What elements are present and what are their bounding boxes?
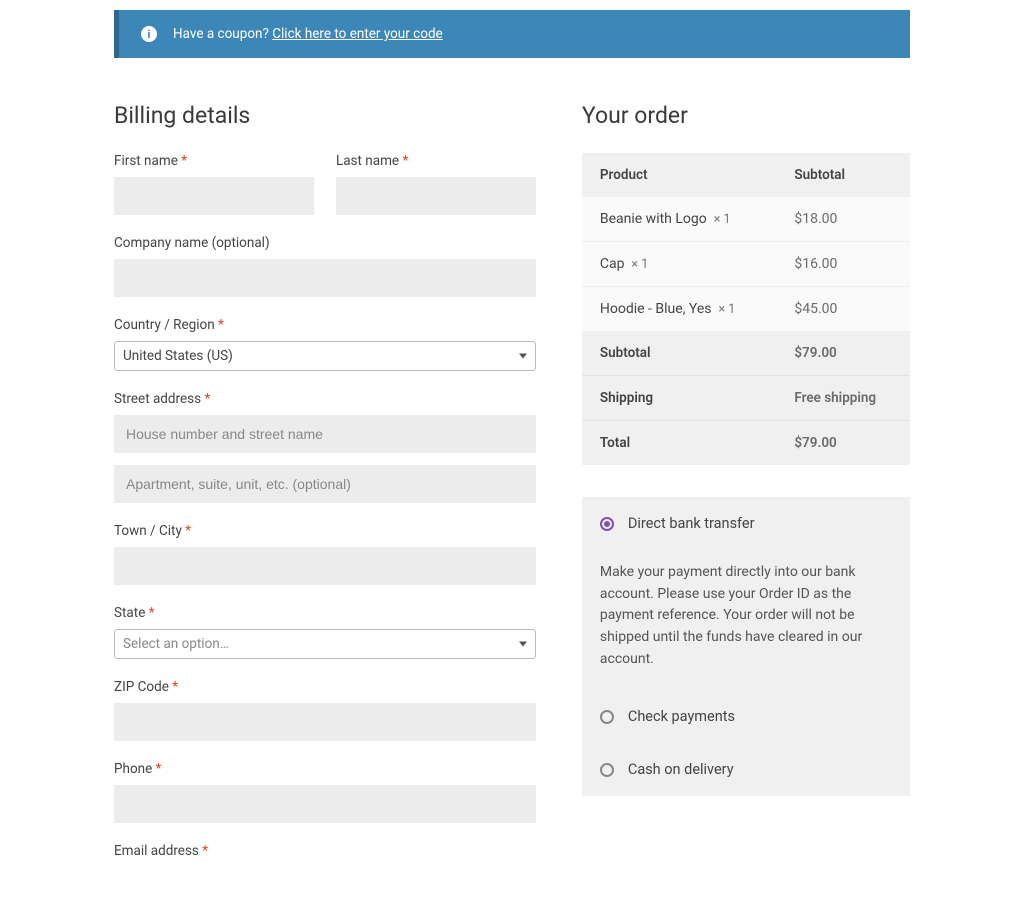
- col-product: Product: [582, 153, 776, 197]
- street-address-input[interactable]: [114, 415, 536, 453]
- order-section: Your order Product Subtotal Beanie with …: [582, 102, 910, 867]
- payment-bank-description: Make your payment directly into our bank…: [582, 550, 910, 690]
- order-heading: Your order: [582, 102, 910, 129]
- payment-option-check[interactable]: Check payments: [582, 690, 910, 743]
- item-qty: × 1: [714, 212, 731, 227]
- item-name: Hoodie - Blue, Yes: [600, 301, 712, 317]
- last-name-label: Last name *: [336, 153, 536, 169]
- city-label: Town / City *: [114, 523, 536, 539]
- company-input[interactable]: [114, 259, 536, 297]
- total-label: Total: [582, 421, 776, 466]
- zip-label: ZIP Code *: [114, 679, 536, 695]
- table-row: Cap × 1 $16.00: [582, 242, 910, 287]
- item-price: $16.00: [776, 242, 910, 287]
- item-qty: × 1: [718, 302, 735, 317]
- phone-label: Phone *: [114, 761, 536, 777]
- email-label: Email address *: [114, 843, 536, 859]
- zip-input[interactable]: [114, 703, 536, 741]
- billing-section: Billing details First name * Last name *…: [114, 102, 536, 867]
- coupon-prompt: Have a coupon?: [173, 26, 269, 42]
- state-select[interactable]: Select an option…: [114, 629, 536, 659]
- first-name-label: First name *: [114, 153, 314, 169]
- payment-option-cod[interactable]: Cash on delivery: [582, 743, 910, 796]
- radio-icon: [600, 763, 614, 777]
- billing-heading: Billing details: [114, 102, 536, 129]
- chevron-down-icon: [519, 642, 527, 647]
- item-price: $45.00: [776, 287, 910, 332]
- item-name: Cap: [600, 256, 625, 272]
- city-input[interactable]: [114, 547, 536, 585]
- payment-methods: Direct bank transfer Make your payment d…: [582, 497, 910, 796]
- coupon-toggle-link[interactable]: Click here to enter your code: [272, 26, 443, 42]
- country-select[interactable]: United States (US): [114, 341, 536, 371]
- state-placeholder: Select an option…: [123, 636, 229, 652]
- item-qty: × 1: [631, 257, 648, 272]
- radio-icon: [600, 710, 614, 724]
- radio-selected-icon: [600, 517, 614, 531]
- payment-option-bank[interactable]: Direct bank transfer: [582, 497, 910, 550]
- info-icon: i: [141, 26, 157, 42]
- item-price: $18.00: [776, 197, 910, 242]
- table-row: Hoodie - Blue, Yes × 1 $45.00: [582, 287, 910, 332]
- country-label: Country / Region *: [114, 317, 536, 333]
- subtotal-value: $79.00: [776, 331, 910, 376]
- coupon-banner: i Have a coupon? Click here to enter you…: [114, 10, 910, 58]
- payment-check-label: Check payments: [628, 708, 735, 725]
- payment-bank-label: Direct bank transfer: [628, 515, 755, 532]
- street-address-2-input[interactable]: [114, 465, 536, 503]
- total-value: $79.00: [776, 421, 910, 466]
- country-value: United States (US): [123, 348, 233, 364]
- item-name: Beanie with Logo: [600, 211, 707, 227]
- company-label: Company name (optional): [114, 235, 536, 251]
- table-row: Beanie with Logo × 1 $18.00: [582, 197, 910, 242]
- order-table: Product Subtotal Beanie with Logo × 1 $1…: [582, 153, 910, 465]
- phone-input[interactable]: [114, 785, 536, 823]
- chevron-down-icon: [519, 354, 527, 359]
- street-label: Street address *: [114, 391, 536, 407]
- payment-cod-label: Cash on delivery: [628, 761, 734, 778]
- col-subtotal: Subtotal: [776, 153, 910, 197]
- subtotal-label: Subtotal: [582, 331, 776, 376]
- shipping-label: Shipping: [582, 376, 776, 421]
- last-name-input[interactable]: [336, 177, 536, 215]
- first-name-input[interactable]: [114, 177, 314, 215]
- shipping-value: Free shipping: [776, 376, 910, 421]
- state-label: State *: [114, 605, 536, 621]
